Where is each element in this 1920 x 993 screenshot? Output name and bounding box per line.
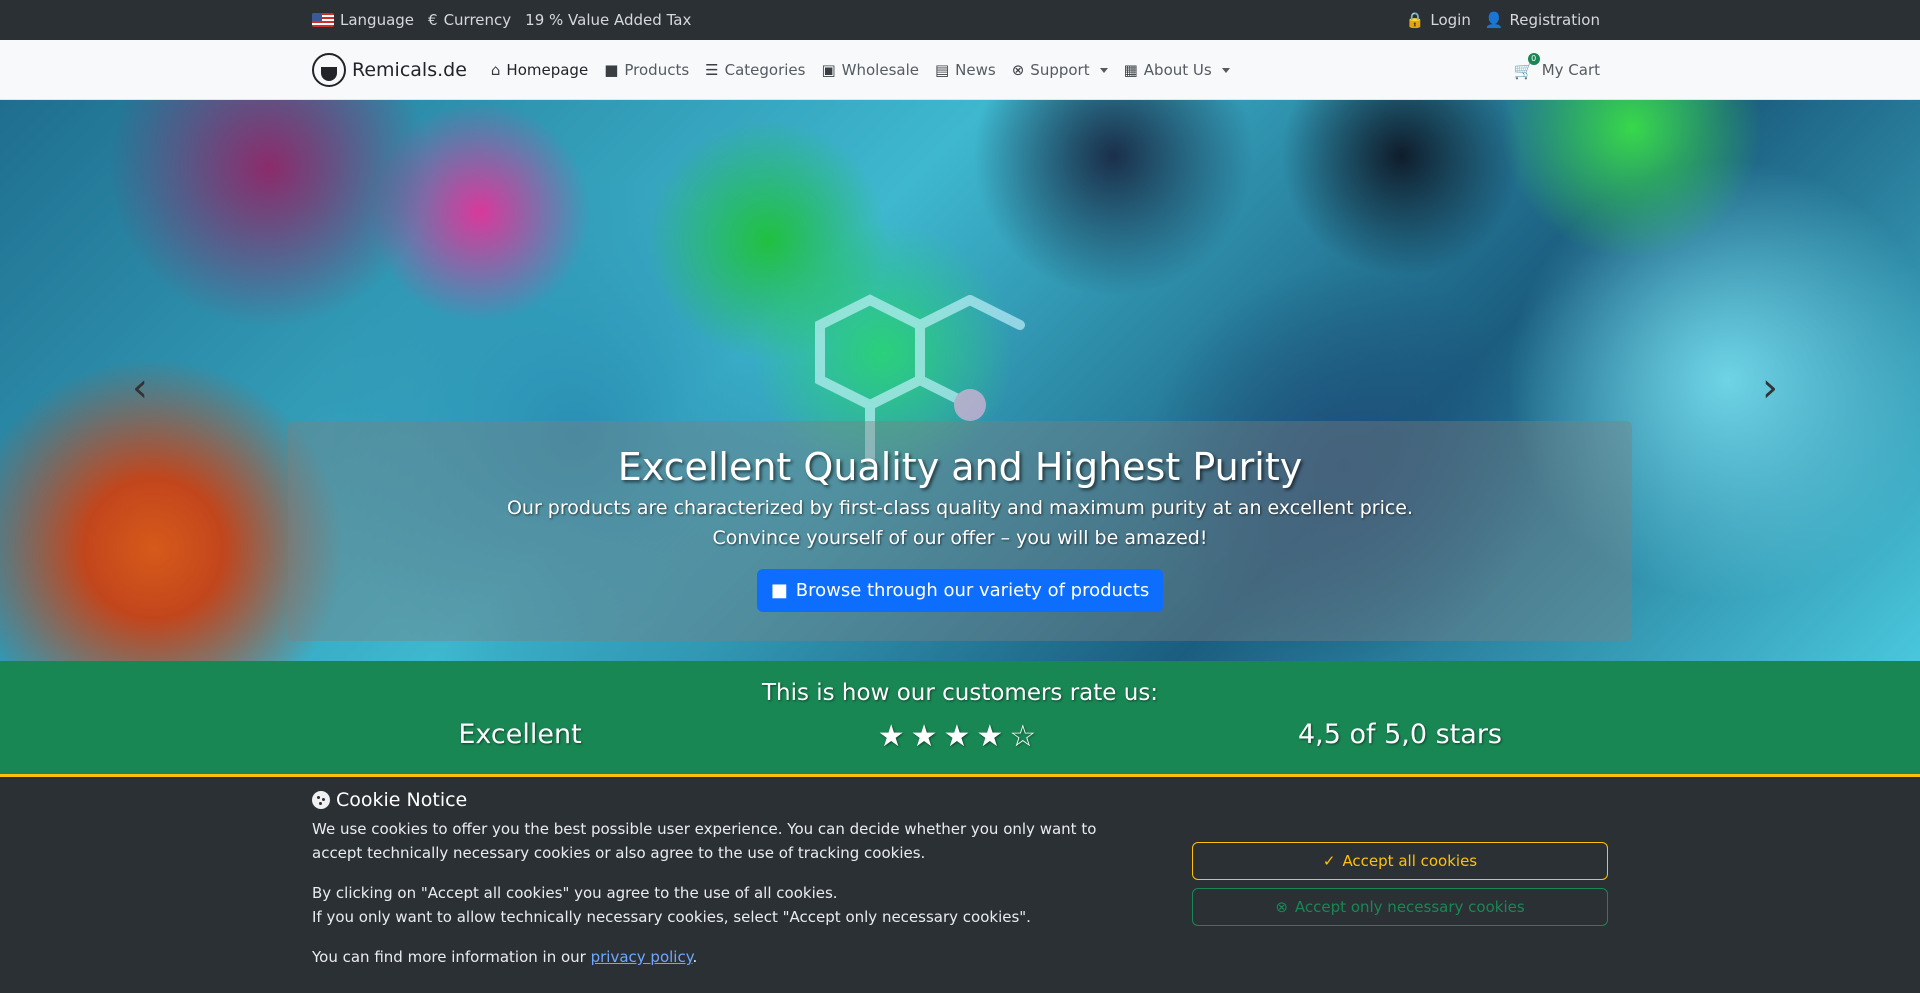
cookie-title: Cookie Notice (312, 789, 1132, 811)
nav-about-dropdown[interactable]: ▦ About Us (1124, 61, 1230, 79)
top-bar-right: 🔒 Login 👤 Registration (1406, 11, 1600, 29)
home-icon: ⌂ (490, 61, 501, 79)
brand-logo-link[interactable]: Remicals.de (312, 53, 467, 87)
nav-news-label: News (955, 61, 996, 79)
currency-label: Currency (443, 11, 512, 29)
cookie-text-3: You can find more information in our pri… (312, 945, 1132, 969)
carousel-prev-icon[interactable]: ‹ (132, 365, 148, 411)
nav-support-label: Support (1030, 61, 1090, 79)
briefcase-icon: ▣ (821, 61, 836, 79)
hero-title: Excellent Quality and Highest Purity (617, 445, 1303, 489)
accept-all-label: Accept all cookies (1342, 852, 1478, 870)
euro-icon: € (428, 11, 438, 29)
language-label: Language (340, 11, 415, 29)
currency-selector[interactable]: € Currency (428, 11, 511, 29)
browse-products-button[interactable]: ■ Browse through our variety of products (756, 569, 1164, 612)
lock-icon: 🔒 (1405, 11, 1425, 29)
ratings-title: This is how our customers rate us: (761, 680, 1159, 706)
cookie-text-2b: If you only want to allow technically ne… (312, 908, 1031, 926)
customer-ratings: This is how our customers rate us: Excel… (0, 661, 1920, 777)
chevron-down-icon (1221, 67, 1230, 73)
registration-label: Registration (1509, 11, 1600, 29)
x-circle-icon: ⊗ (1275, 898, 1288, 916)
newspaper-icon: ▤ (934, 61, 950, 79)
nav-wholesale[interactable]: ▣ Wholesale (821, 61, 919, 79)
nav-support-dropdown[interactable]: ⊗ Support (1012, 61, 1108, 79)
top-bar: Language € Currency 19 % Value Added Tax… (0, 0, 1920, 40)
building-icon: ▦ (1123, 61, 1138, 79)
cart-link[interactable]: 🛒 0 My Cart (1514, 52, 1600, 80)
cookie-text-3-suffix: . (692, 948, 698, 966)
accept-necessary-cookies-button[interactable]: ⊗ Accept only necessary cookies (1192, 888, 1608, 926)
boxes-icon: ■ (770, 580, 788, 601)
nav-news[interactable]: ▤ News (935, 61, 996, 79)
top-bar-left: Language € Currency 19 % Value Added Tax (312, 11, 691, 29)
chevron-down-icon (1099, 67, 1108, 73)
cart-label: My Cart (1541, 61, 1600, 79)
nav-about-label: About Us (1143, 61, 1212, 79)
registration-link[interactable]: 👤 Registration (1485, 11, 1600, 29)
login-link[interactable]: 🔒 Login (1406, 11, 1471, 29)
cookie-text-2: By clicking on "Accept all cookies" you … (312, 881, 1132, 929)
nav-products[interactable]: ■ Products (604, 61, 689, 79)
flask-logo-icon (312, 53, 346, 87)
cookie-text-1: We use cookies to offer you the best pos… (312, 820, 1097, 862)
nav-homepage[interactable]: ⌂ Homepage (491, 61, 588, 79)
check-circle-icon: ✓ (1322, 852, 1336, 870)
nav-categories[interactable]: ☰ Categories (705, 61, 805, 79)
cookie-text-2a: By clicking on "Accept all cookies" you … (312, 884, 838, 902)
hero-carousel: ‹ › Excellent Quality and Highest Purity… (0, 100, 1920, 661)
basket-icon: 🛒 0 (1514, 52, 1540, 80)
boxes-icon: ■ (604, 61, 619, 79)
rating-label: Excellent (458, 719, 582, 750)
login-label: Login (1430, 11, 1471, 29)
cookie-text-3-prefix: You can find more information in our (312, 948, 591, 966)
hero-caption: Excellent Quality and Highest Purity Our… (288, 421, 1632, 641)
layers-icon: ☰ (705, 61, 719, 79)
lifebuoy-icon: ⊗ (1011, 61, 1025, 79)
language-selector[interactable]: Language (312, 11, 414, 29)
hero-line-1: Our products are characterized by first-… (506, 497, 1414, 519)
nav-products-label: Products (624, 61, 690, 79)
rating-score: 4,5 of 5,0 stars (1297, 719, 1503, 750)
cookie-notice: Cookie Notice We use cookies to offer yo… (0, 777, 1920, 993)
user-plus-icon: 👤 (1484, 11, 1504, 29)
browse-products-label: Browse through our variety of products (795, 580, 1150, 601)
star-rating-icon: ★★★★☆ (877, 719, 1043, 754)
vat-label: 19 % Value Added Tax (525, 11, 692, 29)
accept-all-cookies-button[interactable]: ✓ Accept all cookies (1192, 842, 1608, 880)
cart-count-badge: 0 (1527, 52, 1540, 65)
nav-categories-label: Categories (724, 61, 806, 79)
hero-line-2: Convince yourself of our offer – you wil… (712, 527, 1208, 549)
nav-wholesale-label: Wholesale (841, 61, 919, 79)
us-flag-icon (312, 13, 334, 27)
cookie-title-label: Cookie Notice (336, 789, 468, 811)
main-navbar: Remicals.de ⌂ Homepage ■ Products ☰ Cate… (0, 40, 1920, 100)
accept-necessary-label: Accept only necessary cookies (1294, 898, 1525, 916)
nav-homepage-label: Homepage (506, 61, 589, 79)
brand-name: Remicals.de (352, 59, 467, 81)
privacy-policy-link[interactable]: privacy policy (591, 948, 693, 966)
cookie-icon (312, 791, 330, 809)
vat-selector[interactable]: 19 % Value Added Tax (525, 11, 691, 29)
carousel-next-icon[interactable]: › (1762, 365, 1778, 411)
